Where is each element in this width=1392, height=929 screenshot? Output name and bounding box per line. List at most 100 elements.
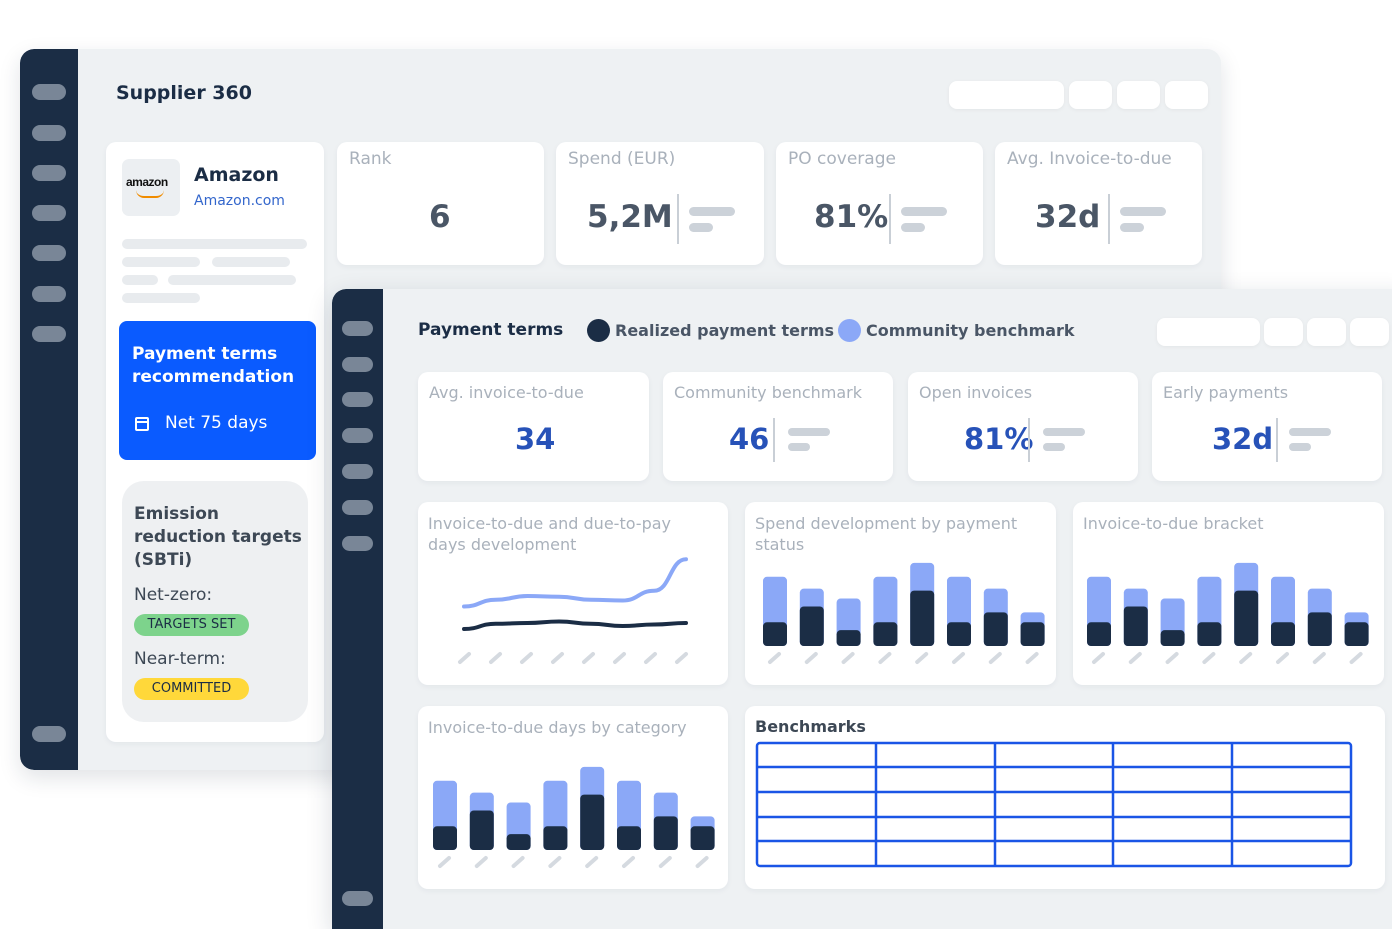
chart-card-line: Invoice-to-due and due-to-pay days devel… [418,502,728,685]
trend-placeholder [788,428,830,436]
toolbar-button[interactable] [949,81,1064,109]
supplier-url[interactable]: Amazon.com [194,193,285,209]
kpi-separator [1028,418,1030,462]
trend-placeholder [1043,443,1065,451]
sidebar-item-bottom[interactable] [32,726,66,742]
sidebar-item[interactable] [342,357,373,372]
x-tick-placeholder [988,652,1002,664]
bar-realized [983,612,1008,646]
trend-placeholder [1120,223,1144,232]
trend-placeholder [689,223,713,232]
kpi-label: Community benchmark [674,383,862,402]
bar-realized [580,794,605,850]
x-tick-placeholder [915,652,929,664]
sidebar-item[interactable] [32,125,66,141]
x-tick-placeholder [438,856,451,868]
toolbar-button[interactable] [1069,81,1112,109]
toolbar-button[interactable] [1264,318,1303,346]
kpi-value: 81% [964,422,1034,456]
x-tick-placeholder [551,652,564,664]
sidebar-item[interactable] [32,286,66,302]
sidebar-item[interactable] [32,326,66,342]
sidebar [20,49,78,770]
kpi-value: 46 [729,422,770,456]
kpi-card-avg-invoice-to-due: Avg. invoice-to-due 34 [418,372,649,481]
sidebar-item[interactable] [342,500,373,515]
trend-placeholder [689,207,735,216]
kpi-label: Avg. Invoice-to-due [1007,149,1172,169]
recommendation-title: Payment terms recommendation [132,344,295,387]
trend-placeholder [788,443,810,451]
toolbar-button[interactable] [1117,81,1160,109]
sidebar-item[interactable] [32,165,66,181]
kpi-value: 5,2M [587,199,673,235]
bar-chart [1087,562,1369,664]
toolbar-button[interactable] [1165,81,1208,109]
kpi-card-rank: Rank 6 [337,142,544,265]
sidebar-item[interactable] [32,205,66,221]
kpi-label: Early payments [1163,383,1289,402]
emission-targets-card: Emission reduction targets (SBTi) Net-ze… [122,481,308,722]
sidebar-item-bottom[interactable] [342,891,373,906]
x-tick-placeholder [675,652,688,664]
trend-placeholder [901,223,925,232]
payment-terms-recommendation-card[interactable]: Payment terms recommendation Net 75 days [119,321,316,460]
sidebar-item[interactable] [342,536,373,551]
kpi-value: 6 [429,199,451,235]
x-tick-placeholder [622,856,635,868]
kpi-card-community-benchmark: Community benchmark 46 [663,372,893,481]
x-tick-placeholder [1349,652,1363,664]
x-tick-placeholder [489,652,502,664]
x-tick-placeholder [768,652,781,664]
logo-text: amazon [126,175,168,189]
page-title: Supplier 360 [116,82,252,104]
x-tick-placeholder [804,652,818,664]
bar-realized [506,834,531,850]
toolbar-button[interactable] [1157,318,1260,346]
bar-realized [1307,612,1332,646]
trend-placeholder [1043,428,1085,436]
trend-placeholder [1289,443,1311,451]
sidebar-item[interactable] [342,428,373,443]
chart-card-by-category: Invoice-to-due days by category [418,706,728,889]
bar-realized [543,826,568,850]
bar-realized [617,826,641,850]
recommendation-value: Net 75 days [165,413,268,433]
sidebar-item[interactable] [32,84,66,100]
x-tick-placeholder [952,652,965,664]
placeholder-line [122,239,307,249]
page-title: Payment terms [418,320,564,340]
bar-chart [763,562,1045,664]
line-realized [462,619,688,631]
sidebar-item[interactable] [342,392,373,407]
net-zero-label: Net-zero: [134,585,213,605]
sidebar-item[interactable] [32,245,66,261]
kpi-separator [773,418,775,462]
trend-placeholder [901,207,947,216]
kpi-label: PO coverage [788,149,896,169]
sidebar-item[interactable] [342,321,373,336]
toolbar-button[interactable] [1307,318,1346,346]
x-tick-placeholder [644,652,657,664]
legend-label: Realized payment terms [615,321,835,340]
bar-realized [910,590,935,646]
x-tick-placeholder [1239,652,1253,664]
x-tick-placeholder [582,652,595,664]
chart-card-spend-development: Spend development by payment status [745,502,1056,685]
x-tick-placeholder [1202,652,1216,664]
sidebar-item[interactable] [342,464,373,479]
x-tick-placeholder [1312,652,1326,664]
x-tick-placeholder [1025,652,1039,664]
x-tick-placeholder [1092,652,1105,664]
x-tick-placeholder [458,652,471,664]
kpi-separator [677,194,679,244]
calendar-icon [135,417,149,431]
legend-dot-realized [587,319,610,342]
x-tick-placeholder [841,652,855,664]
bar-realized [690,826,715,850]
toolbar-button[interactable] [1350,318,1389,346]
x-tick-placeholder [1128,652,1142,664]
x-tick-placeholder [511,856,525,868]
kpi-label: Open invoices [919,383,1033,402]
kpi-label: Rank [349,149,392,169]
